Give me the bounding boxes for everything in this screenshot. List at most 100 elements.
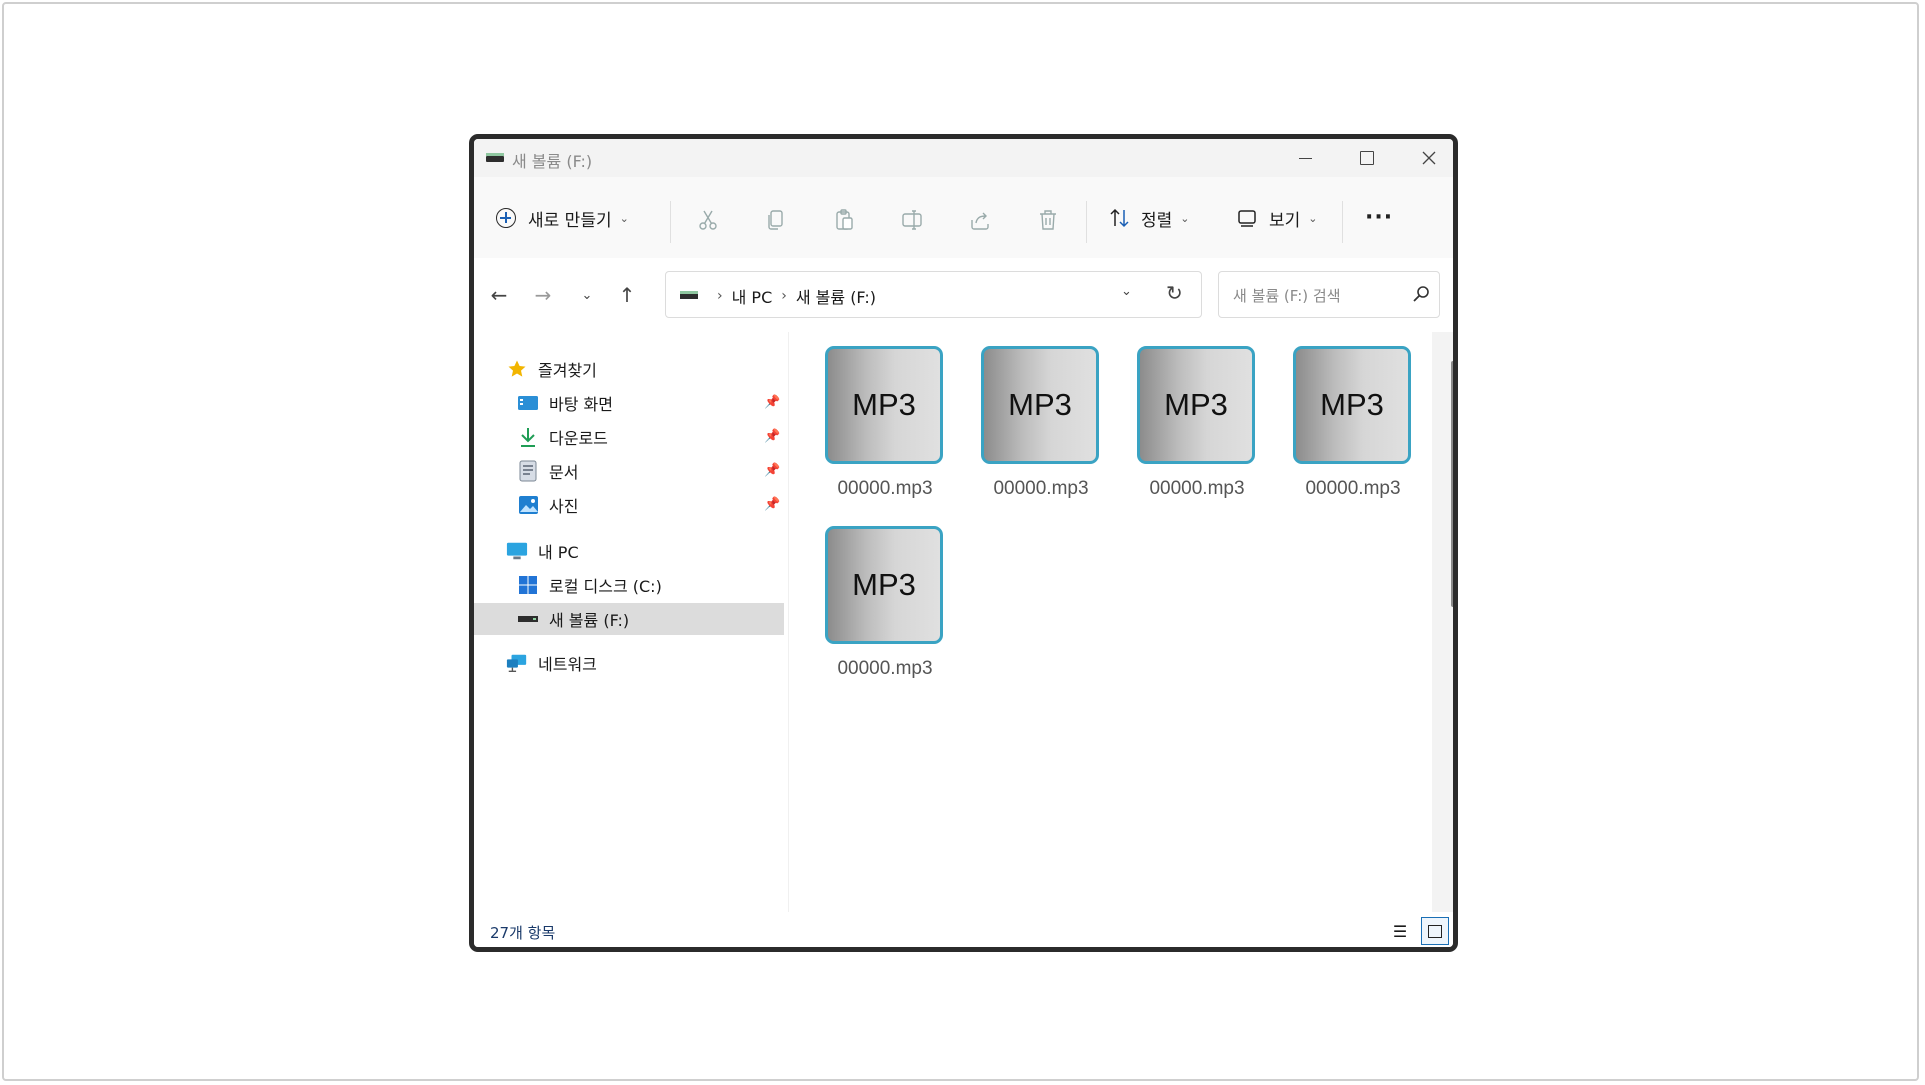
address-bar[interactable]: › 내 PC › 새 볼륨 (F:) ⌄ ↻: [665, 271, 1202, 318]
view-button[interactable]: 보기 ⌄: [1236, 201, 1318, 235]
search-icon: [1413, 286, 1429, 302]
close-icon: [1422, 151, 1436, 165]
file-tile[interactable]: MP3 00000.mp3: [821, 346, 943, 506]
sidebar-item-label: 네트워크: [538, 655, 597, 674]
new-button[interactable]: 새로 만들기 ⌄: [496, 201, 629, 235]
forward-button[interactable]: →: [528, 280, 558, 310]
cut-icon: [699, 210, 717, 230]
mp3-file-icon: MP3: [1137, 346, 1255, 464]
title-bar[interactable]: 새 볼륨 (F:): [474, 139, 1453, 177]
navigation-pane: 즐겨찾기 바탕 화면 📌 다운로드 📌 문서 📌 사진 📌 내 PC 로컬 디스…: [474, 332, 789, 912]
paste-button[interactable]: [831, 207, 857, 233]
sidebar-item-this-pc[interactable]: 내 PC: [474, 535, 816, 567]
maximize-button[interactable]: [1336, 139, 1398, 177]
breadcrumb: › 내 PC › 새 볼륨 (F:): [708, 284, 876, 308]
file-explorer-window: 새 볼륨 (F:) 새로 만들기 ⌄ 정렬 ⌄ 보기 ⌄ ··· ← → ⌄ ↑…: [469, 134, 1458, 952]
arrow-up-icon: ↑: [618, 283, 636, 307]
sidebar-item-local-disk-c[interactable]: 로컬 디스크 (C:): [474, 569, 827, 601]
cut-button[interactable]: [695, 207, 721, 233]
sidebar-item-label: 즐겨찾기: [538, 361, 597, 380]
chevron-down-icon: ⌄: [581, 287, 593, 303]
sidebar-item-documents[interactable]: 문서 📌: [474, 455, 827, 487]
file-list: MP3 00000.mp3 MP3 00000.mp3 MP3 00000.mp…: [789, 332, 1426, 912]
rename-button[interactable]: [899, 207, 925, 233]
file-name: 00000.mp3: [1305, 478, 1401, 499]
drive-icon: [517, 608, 539, 630]
chevron-right-icon: ›: [781, 288, 787, 304]
pin-icon[interactable]: 📌: [764, 497, 780, 512]
sidebar-item-label: 다운로드: [549, 429, 608, 448]
back-button[interactable]: ←: [484, 280, 514, 310]
share-icon: [971, 212, 989, 230]
file-tile[interactable]: MP3 00000.mp3: [977, 346, 1099, 506]
file-name: 00000.mp3: [837, 658, 933, 679]
search-input[interactable]: 새 볼륨 (F:) 검색: [1218, 271, 1440, 318]
toolbar-divider: [1086, 201, 1087, 243]
search-placeholder: 새 볼륨 (F:) 검색: [1233, 287, 1341, 305]
chevron-right-icon: ›: [717, 288, 723, 304]
refresh-button[interactable]: ↻: [1166, 281, 1183, 305]
item-count: 27개 항목: [490, 924, 556, 942]
sort-button[interactable]: 정렬 ⌄: [1108, 201, 1190, 235]
network-icon: [506, 652, 528, 674]
share-button[interactable]: [967, 207, 993, 233]
list-icon: ☰: [1392, 921, 1408, 941]
delete-button[interactable]: [1035, 207, 1061, 233]
sidebar-item-label: 새 볼륨 (F:): [549, 611, 630, 630]
sidebar-item-downloads[interactable]: 다운로드 📌: [474, 421, 827, 453]
sidebar-item-label: 내 PC: [538, 543, 579, 562]
rename-icon: [902, 210, 922, 230]
pin-icon[interactable]: 📌: [764, 395, 780, 410]
star-icon: [506, 358, 528, 380]
tiles-icon: [1428, 924, 1442, 938]
pin-icon[interactable]: 📌: [764, 463, 780, 478]
minimize-button[interactable]: [1274, 139, 1336, 177]
command-bar: 새로 만들기 ⌄ 정렬 ⌄ 보기 ⌄ ···: [474, 177, 1453, 259]
sidebar-item-new-volume-f[interactable]: 새 볼륨 (F:): [474, 603, 784, 635]
address-history-button[interactable]: ⌄: [1121, 284, 1132, 299]
sort-icon: [1110, 208, 1129, 228]
arrow-left-icon: ←: [490, 283, 508, 307]
desktop-icon: [517, 392, 539, 414]
delete-icon: [1040, 210, 1056, 230]
recent-locations-button[interactable]: ⌄: [572, 280, 602, 310]
details-view-button[interactable]: ☰: [1389, 920, 1411, 942]
sidebar-item-desktop[interactable]: 바탕 화면 📌: [474, 387, 827, 419]
navigation-bar: ← → ⌄ ↑ › 내 PC › 새 볼륨 (F:) ⌄ ↻ 새 볼륨 (F:)…: [474, 258, 1453, 332]
drive-icon: [680, 291, 698, 299]
copy-button[interactable]: [763, 207, 789, 233]
pin-icon[interactable]: 📌: [764, 429, 780, 444]
large-icons-view-button[interactable]: [1421, 917, 1449, 945]
sidebar-item-favorites[interactable]: 즐겨찾기: [474, 353, 816, 385]
add-icon: [496, 208, 516, 228]
sidebar-item-pictures[interactable]: 사진 📌: [474, 489, 827, 521]
file-tile[interactable]: MP3 00000.mp3: [1133, 346, 1255, 506]
sidebar-item-label: 사진: [549, 497, 579, 516]
drive-icon: [486, 153, 504, 162]
chevron-down-icon: ⌄: [1121, 284, 1132, 299]
download-icon: [517, 426, 539, 448]
pictures-icon: [517, 494, 539, 516]
close-button[interactable]: [1398, 139, 1453, 177]
more-options-button[interactable]: ···: [1365, 205, 1393, 230]
breadcrumb-item[interactable]: 내 PC: [732, 284, 773, 308]
toolbar-divider: [670, 201, 671, 243]
chevron-down-icon: ⌄: [619, 211, 629, 225]
view-label: 보기: [1269, 210, 1301, 231]
sidebar-item-label: 문서: [549, 463, 579, 482]
breadcrumb-item[interactable]: 새 볼륨 (F:): [796, 284, 876, 308]
up-button[interactable]: ↑: [612, 280, 642, 310]
file-name: 00000.mp3: [1149, 478, 1245, 499]
status-bar: 27개 항목 ☰: [474, 912, 1453, 947]
chevron-down-icon: ⌄: [1308, 211, 1318, 225]
file-tile[interactable]: MP3 00000.mp3: [821, 526, 943, 686]
file-tile[interactable]: MP3 00000.mp3: [1289, 346, 1411, 506]
scrollbar-thumb[interactable]: [1451, 361, 1453, 607]
sidebar-item-label: 로컬 디스크 (C:): [549, 577, 662, 596]
mp3-file-icon: MP3: [825, 526, 943, 644]
maximize-icon: [1360, 151, 1374, 165]
sidebar-item-network[interactable]: 네트워크: [474, 647, 816, 679]
windows-drive-icon: [517, 574, 539, 596]
file-name: 00000.mp3: [993, 478, 1089, 499]
document-icon: [517, 460, 539, 482]
